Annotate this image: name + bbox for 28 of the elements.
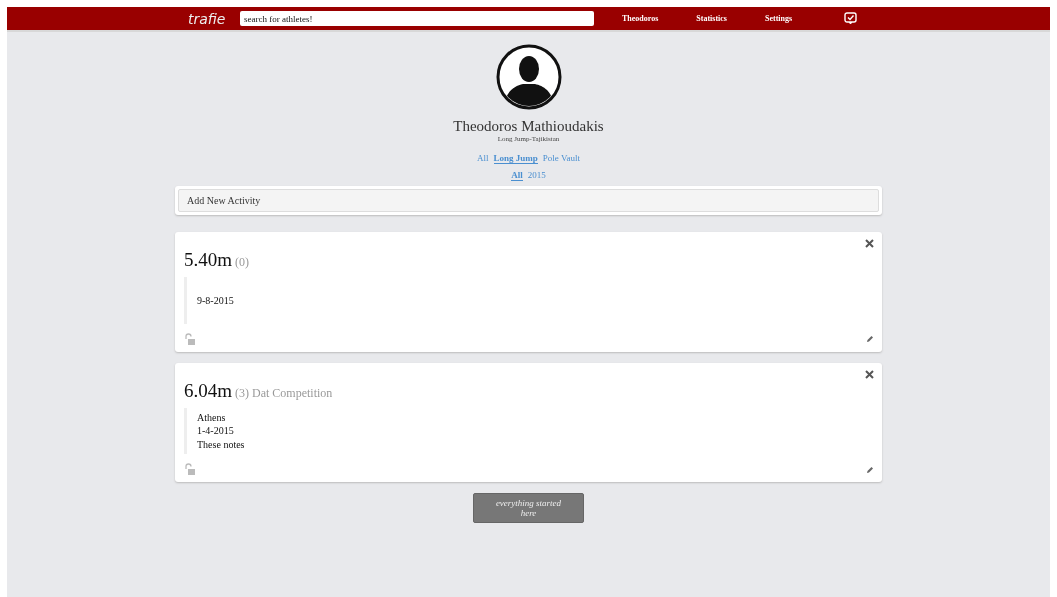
filter-link[interactable]: All: [511, 170, 523, 181]
start-button[interactable]: everything started here: [473, 493, 584, 523]
filter-link[interactable]: Pole Vault: [542, 153, 580, 164]
add-activity-button[interactable]: Add New Activity: [178, 189, 879, 212]
logo[interactable]: trafie: [188, 10, 240, 27]
filter-link[interactable]: Long Jump: [493, 153, 538, 164]
competition-name: Dat Competition: [252, 385, 333, 401]
search-field[interactable]: search for athletes!: [240, 11, 594, 26]
avatar-icon: [495, 44, 562, 110]
message-check-icon[interactable]: [844, 12, 858, 25]
activity-location: Athens: [197, 411, 226, 423]
rank-text: (0): [235, 255, 250, 270]
rank-text: (3): [235, 385, 250, 401]
filter-link[interactable]: 2015: [527, 170, 546, 181]
nav-link[interactable]: Settings: [765, 14, 793, 23]
performance-value: 5.40m: [184, 249, 233, 271]
close-icon[interactable]: [865, 369, 874, 379]
edit-icon[interactable]: [866, 465, 874, 474]
close-icon[interactable]: [865, 239, 874, 248]
activity-date: 1-4-2015: [197, 425, 234, 436]
filter-link[interactable]: All: [477, 153, 489, 164]
activity-notes: These notes: [197, 438, 245, 450]
nav-link[interactable]: Theodoros: [622, 14, 659, 23]
performance-value: 6.04m: [184, 379, 233, 402]
athlete-name: Theodoros Mathioudakis: [453, 118, 604, 135]
edit-icon[interactable]: [866, 335, 874, 343]
nav-link[interactable]: Statistics: [696, 14, 727, 23]
activity-date: 9-8-2015: [197, 294, 234, 306]
